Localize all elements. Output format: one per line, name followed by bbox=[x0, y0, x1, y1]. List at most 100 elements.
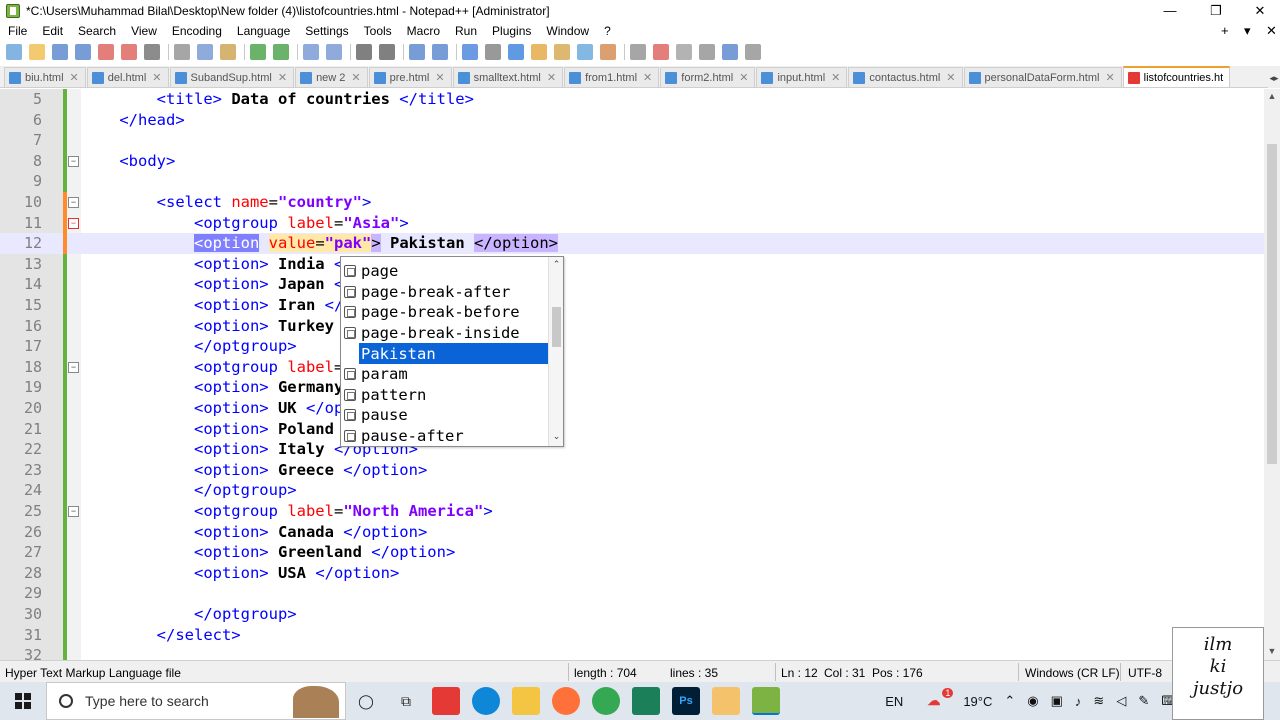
autocomplete-item[interactable]: page bbox=[341, 261, 549, 282]
tab-scroll-arrows[interactable]: ◂▸ bbox=[1268, 68, 1280, 88]
tab-document[interactable]: biu.html ✕ bbox=[4, 67, 86, 87]
tab-document[interactable]: del.html ✕ bbox=[86, 67, 169, 87]
menu-macro[interactable]: Macro bbox=[399, 24, 447, 38]
stop-record-icon[interactable] bbox=[676, 44, 692, 60]
autocomplete-item[interactable]: page-break-before bbox=[341, 302, 549, 323]
menu-tools[interactable]: Tools bbox=[356, 24, 399, 38]
fold-toggle-icon[interactable]: − bbox=[68, 217, 79, 229]
code-line[interactable]: 30 </optgroup> bbox=[0, 604, 1264, 625]
scroll-up-arrow-icon[interactable]: ▲ bbox=[1264, 91, 1280, 103]
show-all-chars-icon[interactable] bbox=[485, 44, 501, 60]
language-indicator[interactable]: EN bbox=[885, 694, 903, 709]
photoshop-icon[interactable]: Ps bbox=[672, 687, 700, 715]
tab-document[interactable]: personalDataForm.html ✕ bbox=[963, 67, 1122, 87]
run-macro-multiple-icon[interactable] bbox=[722, 44, 738, 60]
code-line[interactable]: 32 bbox=[0, 645, 1264, 660]
code-line[interactable]: 26 <option> Canada </option> bbox=[0, 522, 1264, 543]
autocomplete-list[interactable]: page page-break-after page-break-before pag… bbox=[340, 256, 564, 447]
code-line[interactable]: 8 <body> bbox=[0, 151, 1264, 172]
save-macro-icon[interactable] bbox=[745, 44, 761, 60]
tab-close-icon[interactable]: ✕ bbox=[643, 71, 652, 84]
autocomplete-item[interactable]: page-break-after bbox=[341, 282, 549, 303]
temperature[interactable]: 19°C bbox=[963, 694, 992, 709]
close-document-icon[interactable]: ✕ bbox=[1266, 21, 1277, 40]
code-line[interactable]: 25 <optgroup label="North America"> bbox=[0, 501, 1264, 522]
code-line[interactable]: 19 <option> Germany </option> bbox=[0, 377, 1264, 398]
recording-icon[interactable]: ◉ bbox=[1027, 693, 1038, 709]
vscode-like-icon[interactable] bbox=[632, 687, 660, 715]
fold-toggle-icon[interactable]: − bbox=[68, 361, 79, 373]
tab-close-icon[interactable]: ✕ bbox=[739, 71, 748, 84]
autocomplete-item[interactable]: Pakistan bbox=[359, 343, 549, 364]
status-encoding[interactable]: UTF-8 bbox=[1128, 666, 1162, 680]
play-macro-icon[interactable] bbox=[699, 44, 715, 60]
tab-close-icon[interactable]: ✕ bbox=[547, 71, 556, 84]
code-editor[interactable]: 5 <title> Data of countries </title> 6 </… bbox=[0, 89, 1264, 660]
tab-document[interactable]: pre.html ✕ bbox=[368, 67, 452, 87]
menu-language[interactable]: Language bbox=[229, 24, 297, 38]
meet-icon[interactable]: ▣ bbox=[1051, 693, 1063, 709]
zoom-in-icon[interactable] bbox=[356, 44, 372, 60]
menu-file[interactable]: File bbox=[0, 24, 34, 38]
tray-chevron-icon[interactable]: ⌃ bbox=[1004, 693, 1015, 709]
open-file-icon[interactable] bbox=[29, 44, 45, 60]
autocomplete-item[interactable]: page-break-inside bbox=[341, 323, 549, 344]
maximize-button[interactable]: ❐ bbox=[1194, 0, 1238, 21]
tab-close-icon[interactable]: ✕ bbox=[1105, 71, 1114, 84]
tab-close-icon[interactable]: ✕ bbox=[435, 71, 444, 84]
minimize-button[interactable]: — bbox=[1148, 0, 1192, 21]
replace-icon[interactable] bbox=[326, 44, 342, 60]
tab-close-icon[interactable]: ✕ bbox=[278, 71, 287, 84]
speaker-icon[interactable]: ◁ bbox=[1116, 693, 1126, 709]
code-line[interactable]: 9 bbox=[0, 171, 1264, 192]
code-line[interactable]: 20 <option> UK </option> bbox=[0, 398, 1264, 419]
paste-icon[interactable] bbox=[220, 44, 236, 60]
close-icon[interactable] bbox=[98, 44, 114, 60]
ac-down-arrow-icon[interactable]: ⌄ bbox=[549, 431, 564, 442]
chrome-icon[interactable] bbox=[592, 687, 620, 715]
fold-toggle-icon[interactable]: − bbox=[68, 506, 79, 517]
code-line[interactable]: 18 <optgroup label="Europe"> bbox=[0, 357, 1264, 378]
tab-document[interactable]: contactus.html ✕ bbox=[848, 67, 963, 87]
tab-document[interactable]: input.html ✕ bbox=[756, 67, 848, 87]
taskbar-search-box[interactable]: Type here to search bbox=[46, 682, 346, 720]
cortana-icon[interactable]: ◯ bbox=[352, 687, 380, 715]
save-icon[interactable] bbox=[52, 44, 68, 60]
menu-help[interactable]: ? bbox=[596, 24, 618, 38]
tab-document[interactable]: new 2 ✕ bbox=[295, 67, 368, 87]
cut-icon[interactable] bbox=[174, 44, 190, 60]
autocomplete-item[interactable]: pattern bbox=[341, 385, 549, 406]
close-button[interactable]: ✕ bbox=[1238, 0, 1280, 21]
code-line[interactable]: 23 <option> Greece </option> bbox=[0, 460, 1264, 481]
tab-close-icon[interactable]: ✕ bbox=[946, 71, 955, 84]
autocomplete-item[interactable]: param bbox=[341, 364, 549, 385]
redo-icon[interactable] bbox=[273, 44, 289, 60]
folder-workspace-icon[interactable] bbox=[600, 44, 616, 60]
code-line[interactable]: 29 bbox=[0, 583, 1264, 604]
menu-search[interactable]: Search bbox=[70, 24, 123, 38]
task-view-icon[interactable]: ⧉ bbox=[392, 687, 420, 715]
autocomplete-item[interactable]: pause bbox=[341, 405, 549, 426]
monitor-icon[interactable] bbox=[630, 44, 646, 60]
find-icon[interactable] bbox=[303, 44, 319, 60]
code-line[interactable]: 5 <title> Data of countries </title> bbox=[0, 89, 1264, 110]
code-line[interactable]: 21 <option> Poland </option> bbox=[0, 419, 1264, 440]
tab-document[interactable]: listofcountries.ht bbox=[1122, 66, 1231, 87]
close-all-icon[interactable] bbox=[121, 44, 137, 60]
code-line[interactable]: 22 <option> Italy </option> bbox=[0, 439, 1264, 460]
start-button[interactable] bbox=[0, 682, 46, 720]
file-explorer-icon[interactable] bbox=[512, 687, 540, 715]
code-line[interactable]: 31 </select> bbox=[0, 625, 1264, 646]
function-list-icon[interactable] bbox=[577, 44, 593, 60]
tab-close-icon[interactable]: ✕ bbox=[831, 71, 840, 84]
folder-app-icon[interactable] bbox=[712, 687, 740, 715]
code-line[interactable]: 24 </optgroup> bbox=[0, 480, 1264, 501]
scroll-down-arrow-icon[interactable]: ▼ bbox=[1264, 646, 1280, 658]
store-icon[interactable] bbox=[432, 687, 460, 715]
menu-encoding[interactable]: Encoding bbox=[164, 24, 229, 38]
code-line[interactable]: 6 </head> bbox=[0, 110, 1264, 131]
tab-close-icon[interactable]: ✕ bbox=[70, 71, 79, 84]
fold-toggle-icon[interactable]: − bbox=[68, 197, 79, 208]
zoom-out-icon[interactable] bbox=[379, 44, 395, 60]
weather-icon[interactable]: ☁ bbox=[927, 693, 940, 709]
